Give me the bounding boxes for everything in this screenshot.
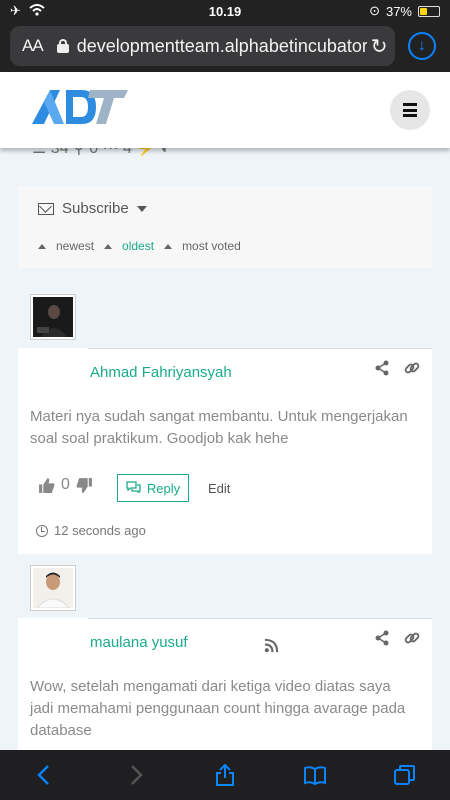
reader-text-size-button[interactable]: AA	[22, 36, 44, 56]
subscribe-box: Subscribe newest oldest most voted	[18, 186, 432, 268]
back-button[interactable]	[30, 760, 60, 790]
reply-label: Reply	[146, 480, 181, 496]
rss-icon[interactable]	[264, 638, 279, 653]
sort-triangle-icon	[38, 243, 46, 249]
download-icon[interactable]: ↓	[408, 32, 436, 60]
battery-percent: 37%	[385, 3, 412, 19]
browser-address-area: AA developmentteam.alphabetincubator.id …	[0, 22, 450, 72]
browser-toolbar	[0, 750, 450, 800]
reply-button[interactable]: Reply	[117, 474, 189, 502]
sort-newest[interactable]: newest	[56, 239, 94, 253]
hamburger-menu-button[interactable]	[390, 90, 430, 130]
battery-fill	[420, 7, 427, 15]
comment-text: Materi nya sudah sangat membantu. Untuk …	[30, 408, 408, 447]
chevron-right-icon	[131, 765, 143, 785]
comment-sort-options: newest oldest most voted	[38, 239, 251, 253]
site-header	[0, 72, 450, 148]
comment-author[interactable]: maulana yusuf	[90, 634, 188, 651]
vote-count: 0	[61, 476, 70, 493]
envelope-icon	[38, 202, 54, 215]
reload-icon[interactable]: ↻	[371, 34, 388, 59]
comment-card: maulana yusuf Wow, setelah mengamati dar…	[18, 618, 432, 750]
share-button[interactable]	[210, 760, 240, 790]
comment-card: Ahmad Fahriyansyah Materi nya sudah sang…	[18, 348, 432, 554]
sort-most-voted[interactable]: most voted	[182, 239, 241, 253]
link-icon[interactable]	[404, 360, 420, 376]
comment-author[interactable]: Ahmad Fahriyansyah	[90, 364, 232, 381]
address-bar[interactable]: AA developmentteam.alphabetincubator.id …	[10, 26, 395, 66]
caret-down-icon	[136, 205, 147, 212]
url-text[interactable]: developmentteam.alphabetincubator.id	[77, 36, 367, 57]
tabs-icon	[394, 765, 415, 785]
subscribe-label: Subscribe	[62, 200, 129, 217]
battery-icon	[418, 5, 440, 17]
site-logo[interactable]	[30, 86, 130, 126]
clock-icon	[36, 524, 48, 537]
sort-triangle-icon	[164, 243, 173, 249]
thumbs-up-icon[interactable]	[38, 477, 55, 494]
lock-icon	[56, 39, 69, 53]
avatar[interactable]	[30, 294, 76, 340]
subscribe-dropdown[interactable]: Subscribe	[38, 200, 147, 217]
tabs-button[interactable]	[390, 760, 420, 790]
share-sheet-icon	[216, 763, 234, 786]
book-icon	[304, 766, 326, 786]
comment-time: 12 seconds ago	[54, 523, 146, 538]
sort-oldest[interactable]: oldest	[122, 239, 154, 253]
status-bar: ✈ 10.19 ⊙ 37%	[0, 0, 450, 22]
avatar[interactable]	[30, 565, 76, 611]
share-icon[interactable]	[374, 360, 390, 376]
link-icon[interactable]	[404, 630, 420, 646]
avatar-photo	[33, 568, 73, 609]
forward-button[interactable]	[120, 760, 150, 790]
share-icon[interactable]	[374, 630, 390, 646]
thumbs-down-icon[interactable]	[76, 477, 93, 494]
chevron-left-icon	[37, 765, 49, 785]
sort-triangle-icon	[104, 243, 113, 249]
avatar-photo	[33, 297, 73, 337]
comment-text: Wow, setelah mengamati dari ketiga video…	[30, 678, 406, 739]
bookmarks-button[interactable]	[300, 760, 330, 790]
edit-link[interactable]: Edit	[208, 481, 230, 496]
orientation-lock-icon: ⊙	[369, 3, 380, 18]
reply-comments-icon	[126, 480, 141, 496]
